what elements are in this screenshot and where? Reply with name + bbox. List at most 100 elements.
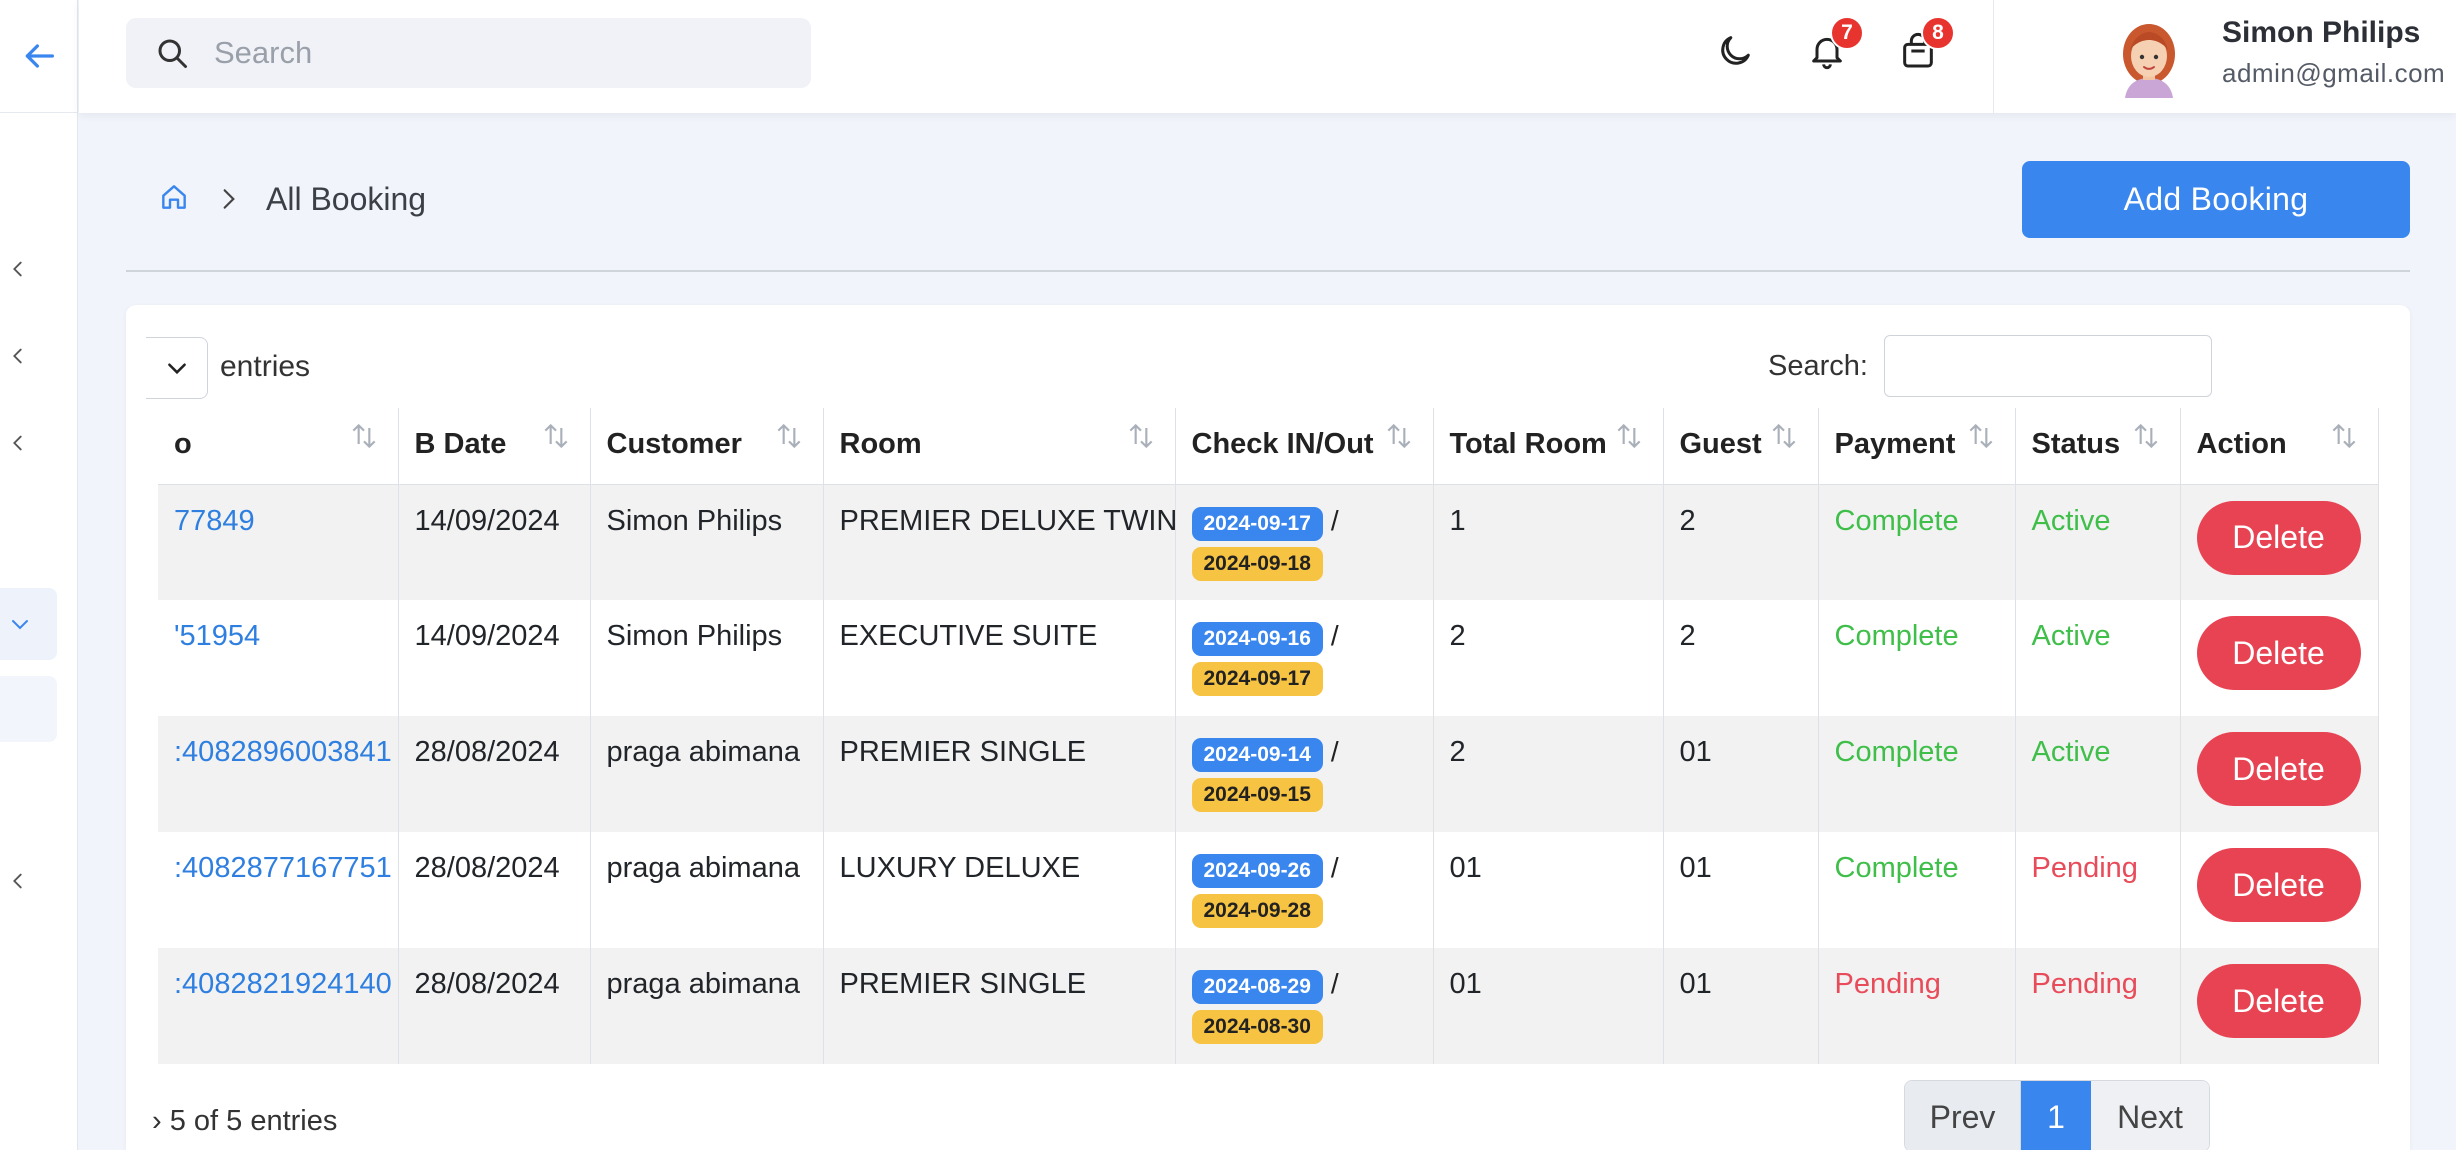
entries-length-select[interactable] [146,337,208,399]
total-room: 1 [1433,484,1664,600]
column-header-date[interactable]: B Date [398,408,591,485]
sidebar-item-expand-2[interactable] [6,344,30,368]
table-search-input[interactable] [1884,335,2212,397]
notifications-button[interactable]: 7 [1804,16,1864,74]
check-out-badge: 2024-09-18 [1191,546,1323,581]
prev-page-button[interactable]: Prev [1905,1081,2021,1150]
sort-icon [1387,423,1410,449]
top-header: 7 8 Simon Philips admin@gmail.com [79,0,2456,113]
check-out-badge: 2024-08-30 [1191,1010,1323,1044]
action-cell: Delete [2180,716,2379,832]
payment-status: Complete [1818,484,2016,600]
chevron-right-icon [216,184,242,214]
notification-count-badge: 7 [1830,16,1864,50]
payment-status: Complete [1818,832,2016,948]
column-header-check-in-out[interactable]: Check IN/Out [1175,408,1434,485]
sort-icon [1772,423,1795,449]
check-out-badge: 2024-09-17 [1191,662,1323,696]
search-input[interactable] [214,35,774,71]
check-in-badge: 2024-09-17 [1191,506,1323,541]
booking-date: 14/09/2024 [398,600,591,716]
add-booking-button[interactable]: Add Booking [2022,161,2410,238]
header-divider [1993,0,1994,113]
guest-count: 01 [1663,716,1819,832]
chevron-left-icon [13,873,22,889]
booking-no-link[interactable]: :4082896003841 [158,716,399,832]
dark-mode-toggle[interactable] [1712,28,1758,74]
page-1-button[interactable]: 1 [2021,1081,2091,1150]
room-name: PREMIER SINGLE [823,716,1176,832]
cart-button[interactable]: 8 [1895,16,1955,74]
table-row: 77849 14/09/2024 Simon Philips PREMIER D… [158,484,2379,600]
column-header-booking-no[interactable]: o [158,408,399,485]
check-in-badge: 2024-09-26 [1191,854,1323,888]
divider [126,270,2410,272]
search-icon [152,33,192,73]
check-in-out: 2024-09-26/2024-09-28 [1175,832,1434,948]
booking-no-link[interactable]: 77849 [158,484,399,600]
table-search-label: Search: [1768,350,1868,382]
sidebar-item-expand-4[interactable] [6,869,30,893]
chevron-down-icon [12,620,28,630]
bookings-table: o B Date Customer Room Check IN/Out Tota… [158,408,2379,1064]
sidebar-collapse-button[interactable] [0,0,78,113]
customer-name: Simon Philips [590,484,824,600]
guest-count: 2 [1663,484,1819,600]
check-out-badge: 2024-09-28 [1191,894,1323,928]
customer-name: praga abimana [590,716,824,832]
check-in-out: 2024-09-14/2024-09-15 [1175,716,1434,832]
table-info: › 5 of 5 entries [152,1105,338,1137]
bookings-card: entries Search: o B Date Customer Room C… [126,305,2410,1150]
sort-icon [2332,423,2355,449]
action-cell: Delete [2180,484,2379,600]
booking-date: 28/08/2024 [398,716,591,832]
user-email: admin@gmail.com [2222,58,2446,88]
booking-status: Active [2015,716,2181,832]
entries-label: entries [220,350,311,383]
delete-button[interactable]: Delete [2196,732,2361,806]
booking-date: 14/09/2024 [398,484,591,600]
booking-no-link[interactable]: :4082877167751 [158,832,399,948]
chevron-down-icon [167,363,186,375]
column-header-guest[interactable]: Guest [1663,408,1819,485]
global-search[interactable] [126,18,811,88]
delete-button[interactable]: Delete [2196,964,2361,1038]
column-header-customer[interactable]: Customer [590,408,824,485]
guest-count: 01 [1663,948,1819,1064]
moon-icon [1721,36,1750,65]
action-cell: Delete [2180,600,2379,716]
booking-no-link[interactable]: :4082821924140 [158,948,399,1064]
breadcrumb-current: All Booking [266,180,427,217]
sidebar-item-expand-1[interactable] [6,257,30,281]
payment-status: Complete [1818,600,2016,716]
column-header-action[interactable]: Action [2180,408,2379,485]
user-name: Simon Philips [2222,16,2421,49]
sidebar-item-bookings[interactable] [0,588,57,660]
customer-name: praga abimana [590,948,824,1064]
sidebar-item-expand-3[interactable] [6,431,30,455]
check-in-out: 2024-09-16/2024-09-17 [1175,600,1434,716]
column-header-status[interactable]: Status [2015,408,2181,485]
total-room: 2 [1433,600,1664,716]
customer-name: praga abimana [590,832,824,948]
sort-icon [352,423,375,449]
table-row: '51954 14/09/2024 Simon Philips EXECUTIV… [158,600,2379,716]
column-header-room[interactable]: Room [823,408,1176,485]
column-header-payment[interactable]: Payment [1818,408,2016,485]
delete-button[interactable]: Delete [2196,500,2361,575]
home-icon[interactable] [158,181,190,218]
next-page-button[interactable]: Next [2091,1081,2209,1150]
booking-no-link[interactable]: '51954 [158,600,399,716]
sidebar-subitem-all-booking[interactable] [0,676,57,742]
sort-icon [1617,423,1640,449]
room-name: PREMIER SINGLE [823,948,1176,1064]
delete-button[interactable]: Delete [2196,616,2361,690]
pagination: Prev 1 Next [1904,1080,2210,1150]
room-name: LUXURY DELUXE [823,832,1176,948]
column-header-total-room[interactable]: Total Room [1433,408,1664,485]
booking-status: Pending [2015,948,2181,1064]
avatar[interactable] [2113,20,2185,98]
guest-count: 01 [1663,832,1819,948]
check-in-badge: 2024-09-14 [1191,738,1323,772]
delete-button[interactable]: Delete [2196,848,2361,922]
